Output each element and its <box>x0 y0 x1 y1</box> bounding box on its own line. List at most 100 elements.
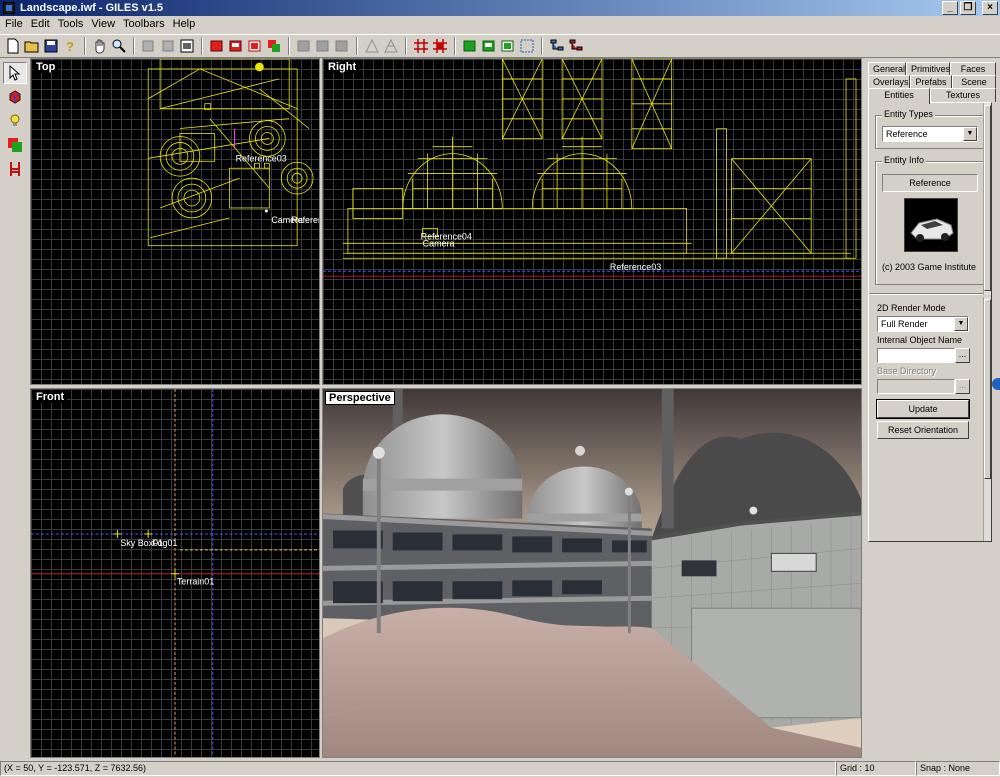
base-dir-field <box>877 379 955 394</box>
entity-info-title: Entity Info <box>882 155 927 165</box>
window-title: Landscape.iwf - GILES v1.5 <box>20 2 164 14</box>
reset-orientation-button[interactable]: Reset Orientation <box>877 421 969 439</box>
internal-name-label: Internal Object Name <box>877 335 963 345</box>
brush-icon[interactable] <box>3 134 27 156</box>
cut-icon[interactable] <box>140 37 158 55</box>
snap-icon[interactable] <box>431 37 449 55</box>
pan-hand-icon[interactable] <box>91 37 109 55</box>
tab-scene[interactable]: Scene <box>952 75 996 89</box>
grid-icon[interactable] <box>412 37 430 55</box>
zoom-icon[interactable] <box>110 37 128 55</box>
front-viewport[interactable]: Front Sky Box01 Fog01 Terrain01 <box>30 388 320 758</box>
perspective-render <box>323 389 861 757</box>
update-button[interactable]: Update <box>876 399 970 419</box>
browse-name-button[interactable]: ... <box>955 348 970 363</box>
top-viewport[interactable]: Top Reference03 Camera Referen <box>30 58 320 385</box>
entity-info-name: Reference <box>882 174 978 192</box>
copyright-text: (c) 2003 Game Institute <box>882 262 977 272</box>
render-mode-label: 2D Render Mode <box>877 303 946 313</box>
gray-box-icon[interactable] <box>295 37 313 55</box>
tab-faces[interactable]: Faces <box>950 62 996 76</box>
entity-label-terrain01: Terrain01 <box>177 577 214 587</box>
title-bar: Landscape.iwf - GILES v1.5 _ ❐ × <box>0 0 1000 16</box>
properties-icon[interactable] <box>178 37 196 55</box>
copy-icon[interactable] <box>159 37 177 55</box>
right-wireframe: Reference04 Camera Reference03 <box>323 59 861 277</box>
entity-info-group: Entity Info Reference (c) 2003 Game Inst… <box>875 155 985 285</box>
perspective-viewport[interactable]: Perspective <box>322 388 862 758</box>
menu-view[interactable]: View <box>88 16 120 33</box>
gray-box-2-icon[interactable] <box>314 37 332 55</box>
scrollbar-thumb[interactable] <box>984 299 991 479</box>
status-grid: Grid : 10 <box>836 761 916 776</box>
entity-types-group: Entity Types Reference ▼ <box>875 109 985 149</box>
app-icon <box>3 2 15 14</box>
help-icon[interactable]: ? <box>61 37 79 55</box>
front-wireframe: Sky Box01 Fog01 Terrain01 <box>31 389 319 757</box>
properties-panel: General Primitives Faces Overlays Prefab… <box>864 58 1000 758</box>
entity-label-reference03: Reference03 <box>610 262 661 272</box>
top-wireframe: Reference03 Camera Referen <box>147 59 319 247</box>
vertex-icon[interactable] <box>518 37 536 55</box>
base-dir-label: Base Directory <box>877 366 937 376</box>
viewport-label: Front <box>33 391 68 403</box>
save-icon[interactable] <box>42 37 60 55</box>
green-box-icon[interactable] <box>461 37 479 55</box>
status-coordinates: (X = 50, Y = -123.571, Z = 7632.56) <box>0 761 836 776</box>
minimize-button[interactable]: _ <box>942 1 958 15</box>
tree-icon[interactable] <box>548 37 566 55</box>
entity-type-select[interactable]: Reference ▼ <box>882 126 978 142</box>
menu-tools[interactable]: Tools <box>55 16 89 33</box>
tab-prefabs[interactable]: Prefabs <box>910 75 952 89</box>
scrollbar-lower[interactable] <box>983 297 991 541</box>
green-box-2-icon[interactable] <box>480 37 498 55</box>
tab-entities[interactable]: Entities <box>868 88 930 104</box>
chevron-down-icon: ▼ <box>954 317 968 331</box>
green-box-3-icon[interactable] <box>499 37 517 55</box>
new-file-icon[interactable] <box>4 37 22 55</box>
menu-edit[interactable]: Edit <box>28 16 55 33</box>
menu-help[interactable]: Help <box>170 16 201 33</box>
divider <box>869 293 991 295</box>
entity-label-camera: Camera <box>423 238 455 248</box>
tree-2-icon[interactable] <box>567 37 585 55</box>
gray-box-3-icon[interactable] <box>333 37 351 55</box>
tab-overlays[interactable]: Overlays <box>868 75 910 89</box>
right-viewport[interactable]: Right Reference04 Camera Reference03 <box>322 58 862 385</box>
tab-general[interactable]: General <box>868 62 906 76</box>
menu-toolbars[interactable]: Toolbars <box>120 16 170 33</box>
red-green-box-icon[interactable] <box>265 37 283 55</box>
open-folder-icon[interactable] <box>23 37 41 55</box>
internal-name-field[interactable] <box>877 348 955 363</box>
red-box-icon[interactable] <box>208 37 226 55</box>
red-box-3-icon[interactable] <box>246 37 264 55</box>
browse-dir-button: ... <box>955 379 970 394</box>
tab-primitives[interactable]: Primitives <box>906 62 950 76</box>
svg-text:?: ? <box>66 39 74 54</box>
menu-file[interactable]: File <box>2 16 28 33</box>
wire-a-icon[interactable] <box>363 37 381 55</box>
chevron-down-icon: ▼ <box>963 127 977 141</box>
entities-tab-body: Entity Types Reference ▼ Entity Info Ref… <box>868 102 992 542</box>
red-box-2-icon[interactable] <box>227 37 245 55</box>
maximize-button[interactable]: ❐ <box>960 1 976 15</box>
menu-bar: File Edit Tools View Toolbars Help <box>0 16 1000 33</box>
entity-label-referen: Referen <box>291 215 319 225</box>
entity-preview-image <box>904 198 958 252</box>
status-snap: Snap : None <box>916 761 1000 776</box>
entity-label-reference03: Reference03 <box>236 153 287 163</box>
viewport-label: Perspective <box>325 391 395 405</box>
entity-types-title: Entity Types <box>882 109 935 119</box>
wire-b-icon[interactable] <box>382 37 400 55</box>
cube-icon[interactable] <box>3 86 27 108</box>
close-button[interactable]: × <box>982 1 998 15</box>
select-arrow-icon[interactable] <box>3 62 27 84</box>
entity-chair-icon[interactable] <box>3 158 27 180</box>
scrollbar-upper[interactable] <box>983 103 991 295</box>
entity-label-fog01: Fog01 <box>152 538 177 548</box>
scrollbar-thumb[interactable] <box>984 105 991 291</box>
light-bulb-icon[interactable] <box>3 110 27 132</box>
tab-textures[interactable]: Textures <box>930 88 996 102</box>
globe-icon <box>992 378 1000 390</box>
render-mode-select[interactable]: Full Render ▼ <box>877 316 969 332</box>
